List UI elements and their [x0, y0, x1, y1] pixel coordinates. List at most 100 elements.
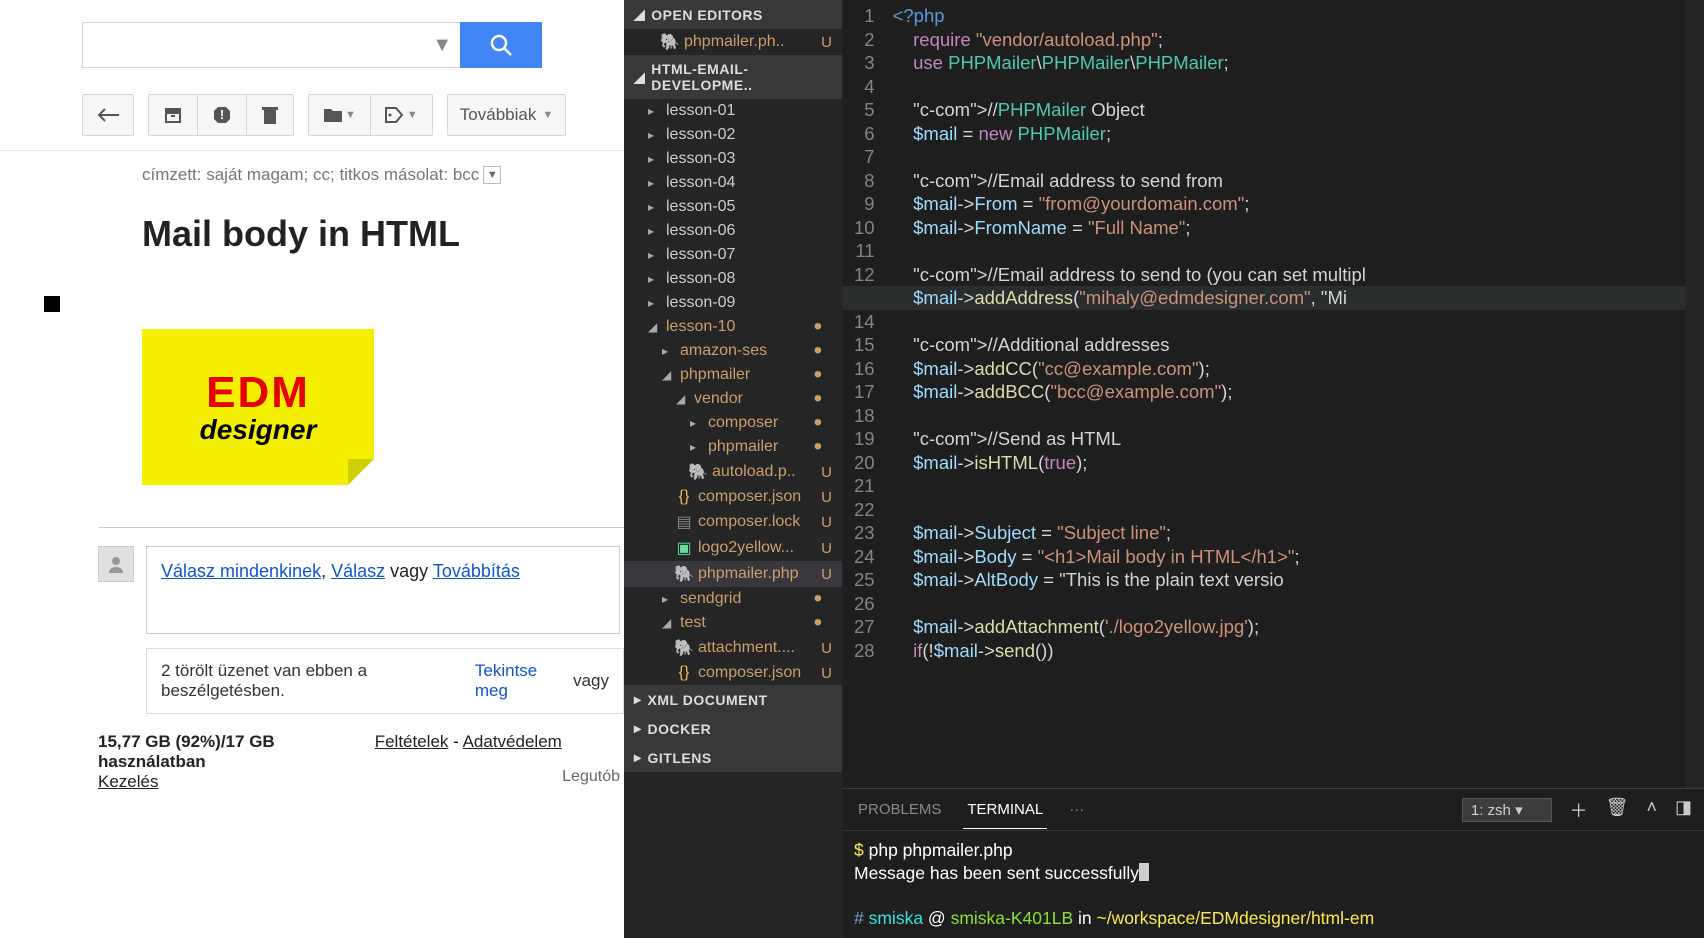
reply-row: Válasz mindenkinek, Válasz vagy Továbbít… [0, 546, 624, 634]
folder-lesson-10[interactable]: ◢lesson-10• [624, 315, 842, 339]
svg-text:!: ! [220, 107, 224, 122]
tab-terminal[interactable]: TERMINAL [963, 791, 1047, 829]
folder-icon [323, 107, 343, 123]
terminal-cursor [1139, 863, 1149, 881]
minimap[interactable] [1686, 0, 1704, 788]
maximize-panel-icon[interactable]: ˄ [1646, 797, 1657, 823]
chevron-down-icon: ◢ [634, 69, 645, 86]
move-group: ▼ ▼ [308, 94, 433, 136]
reply-compose[interactable]: Válasz mindenkinek, Válasz vagy Továbbít… [146, 546, 620, 634]
chevron-down-icon: ◢ [662, 616, 674, 630]
json-icon: {} [676, 664, 692, 682]
folder-lesson-01[interactable]: ▸lesson-01 [624, 99, 842, 123]
file-autoload[interactable]: 🐘autoload.p..U [624, 459, 842, 485]
line-gutter: 1234567891011121314151617181920212223242… [842, 0, 893, 788]
folder-lesson-08[interactable]: ▸lesson-08 [624, 267, 842, 291]
terminal-panel: PROBLEMS TERMINAL ··· 1: zsh ▾ ＋ 🗑 ˄ ◨ $… [842, 788, 1704, 938]
more-button[interactable]: Továbbiak▼ [447, 94, 566, 136]
folder-test[interactable]: ◢test• [624, 611, 842, 635]
search-icon [489, 33, 513, 57]
chevron-right-icon: ▸ [648, 176, 660, 190]
archive-button[interactable] [148, 94, 197, 136]
folder-sendgrid[interactable]: ▸sendgrid• [624, 587, 842, 611]
mail-toolbar: ! ▼ ▼ Továbbiak▼ [0, 86, 624, 151]
action-group: ! [148, 94, 294, 136]
open-editors-header[interactable]: ◢OPEN EDITORS [624, 0, 842, 29]
storage-manage-link[interactable]: Kezelés [98, 772, 158, 791]
file-name: phpmailer.ph.. [684, 33, 785, 51]
chevron-down-icon: ◢ [648, 320, 660, 334]
file-logo[interactable]: ▣logo2yellow...U [624, 535, 842, 561]
file-composer-json-test[interactable]: {}composer.jsonU [624, 661, 842, 685]
recipients-text: címzett: saját magam; cc; titkos másolat… [142, 165, 479, 185]
archive-icon [163, 105, 183, 125]
chevron-down-icon: ◢ [676, 392, 688, 406]
chevron-right-icon: ▸ [648, 224, 660, 238]
reply-all-link[interactable]: Válasz mindenkinek [161, 561, 321, 581]
spam-button[interactable]: ! [197, 94, 246, 136]
deleted-view-link[interactable]: Tekintse meg [475, 661, 567, 701]
new-terminal-icon[interactable]: ＋ [1570, 797, 1588, 823]
folder-lesson-04[interactable]: ▸lesson-04 [624, 171, 842, 195]
terminal-select[interactable]: 1: zsh ▾ [1462, 798, 1552, 822]
terminal-output[interactable]: $ php phpmailer.php Message has been sen… [842, 831, 1704, 938]
folder-lesson-02[interactable]: ▸lesson-02 [624, 123, 842, 147]
back-button[interactable] [82, 94, 134, 136]
code-editor[interactable]: 1234567891011121314151617181920212223242… [842, 0, 1704, 788]
search-button[interactable] [460, 22, 542, 68]
php-icon: 🐘 [690, 462, 706, 482]
reply-link[interactable]: Válasz [331, 561, 385, 581]
project-header[interactable]: ◢HTML-EMAIL-DEVELOPME.. [624, 55, 842, 99]
folder-lesson-05[interactable]: ▸lesson-05 [624, 195, 842, 219]
move-to-button[interactable]: ▼ [308, 94, 370, 136]
deleted-suffix: vagy [573, 671, 609, 691]
person-icon [107, 555, 125, 573]
gitlens-section[interactable]: ▸ GITLENS [624, 743, 842, 772]
chevron-right-icon: ▸ [648, 248, 660, 262]
mail-recipients: címzett: saját magam; cc; titkos másolat… [0, 151, 624, 185]
code-content[interactable]: <?php require "vendor/autoload.php"; use… [893, 0, 1366, 788]
file-phpmailer-php[interactable]: 🐘phpmailer.phpU [624, 561, 842, 587]
docker-section[interactable]: ▸ DOCKER [624, 714, 842, 743]
toggle-panel-icon[interactable]: ◨ [1675, 797, 1692, 823]
terms-link[interactable]: Feltételek [375, 732, 449, 751]
image-icon: ▣ [676, 538, 692, 558]
json-icon: {} [676, 488, 692, 506]
file-attachment[interactable]: 🐘attachment....U [624, 635, 842, 661]
reply-separator [98, 527, 624, 528]
folder-lesson-07[interactable]: ▸lesson-07 [624, 243, 842, 267]
chevron-right-icon: ▸ [634, 749, 642, 766]
tab-more[interactable]: ··· [1065, 791, 1088, 828]
docker-label: DOCKER [648, 721, 712, 737]
logo-text-2: designer [200, 414, 317, 446]
chevron-right-icon: ▸ [648, 128, 660, 142]
gitlens-label: GITLENS [648, 750, 712, 766]
tab-problems[interactable]: PROBLEMS [854, 791, 945, 828]
file-icon: ▤ [676, 512, 692, 532]
more-label: Továbbiak [460, 105, 537, 125]
editor-pane: 1234567891011121314151617181920212223242… [842, 0, 1704, 938]
delete-button[interactable] [246, 94, 294, 136]
folder-lesson-06[interactable]: ▸lesson-06 [624, 219, 842, 243]
folder-phpmailer[interactable]: ◢phpmailer• [624, 363, 842, 387]
xml-section[interactable]: ▸XML DOCUMENT [624, 685, 842, 714]
file-composer-json[interactable]: {}composer.jsonU [624, 485, 842, 509]
privacy-link[interactable]: Adatvédelem [463, 732, 562, 751]
folder-lesson-09[interactable]: ▸lesson-09 [624, 291, 842, 315]
forward-link[interactable]: Továbbítás [433, 561, 520, 581]
folder-composer[interactable]: ▸composer• [624, 411, 842, 435]
file-composer-lock[interactable]: ▤composer.lockU [624, 509, 842, 535]
search-dropdown-icon[interactable]: ▼ [432, 34, 452, 57]
folder-lesson-03[interactable]: ▸lesson-03 [624, 147, 842, 171]
label-button[interactable]: ▼ [370, 94, 433, 136]
folder-vendor[interactable]: ◢vendor• [624, 387, 842, 411]
folder-amazon-ses[interactable]: ▸amazon-ses• [624, 339, 842, 363]
open-editor-file[interactable]: 🐘phpmailer.ph..U [624, 29, 842, 55]
folder-phpmailer-pkg[interactable]: ▸phpmailer• [624, 435, 842, 459]
recent-activity: Legutób [562, 768, 620, 786]
recipients-expand-icon[interactable]: ▼ [483, 166, 501, 184]
search-input[interactable]: ▼ [82, 22, 460, 68]
search-row: ▼ [0, 0, 624, 86]
chevron-right-icon: ▸ [634, 720, 642, 737]
kill-terminal-icon[interactable]: 🗑 [1606, 797, 1629, 823]
